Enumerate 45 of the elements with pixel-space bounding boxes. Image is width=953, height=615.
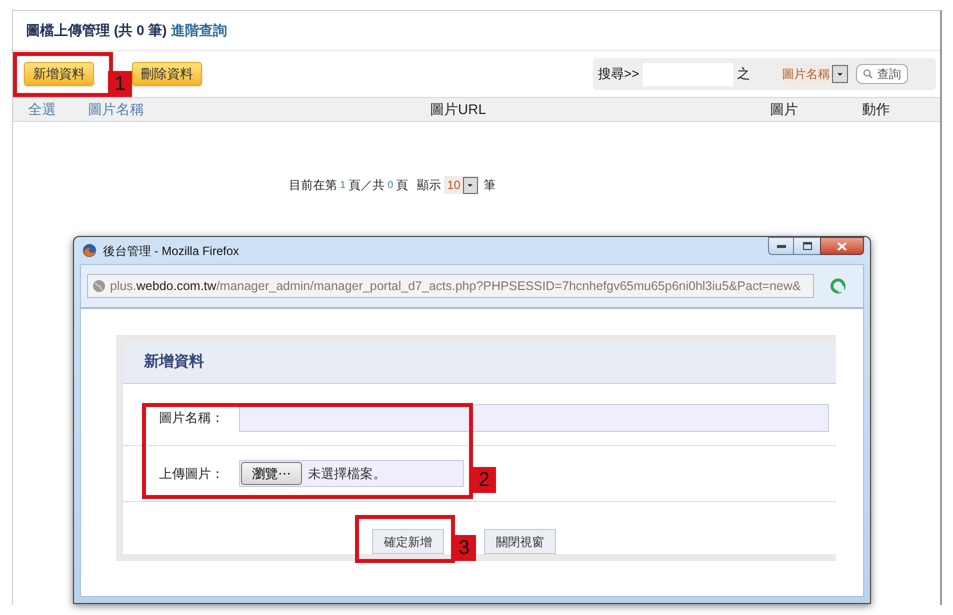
page-title: 圖檔上傳管理 (共 0 筆)	[26, 21, 167, 40]
current-page: 1	[340, 178, 346, 192]
column-header[interactable]: 圖片名稱	[88, 99, 288, 120]
step-number: 3	[452, 535, 476, 561]
field-label: 圖片名稱：	[159, 408, 225, 427]
close-button[interactable]	[820, 237, 864, 255]
form-button[interactable]: 關閉視窗	[484, 529, 556, 554]
total-pages: 0	[388, 178, 394, 192]
pagination-text: 筆	[483, 177, 496, 194]
pagination-text: 頁	[396, 177, 408, 194]
pagination-text: 顯示	[417, 177, 442, 194]
action-button[interactable]: 刪除資料	[132, 62, 202, 86]
name-input-field[interactable]	[239, 404, 829, 432]
maximize-button[interactable]	[794, 237, 820, 255]
step-number: 2	[472, 467, 496, 493]
advanced-search-link[interactable]: 進階查詢	[170, 20, 227, 41]
select-all-link[interactable]: 全選	[28, 99, 88, 120]
pagination-text: 目前在第	[289, 177, 337, 194]
form-button[interactable]: 確定新增	[372, 529, 444, 554]
form-heading: 新增資料	[144, 352, 204, 372]
search-label: 搜尋>>	[598, 65, 640, 84]
column-header: 圖片URL	[430, 100, 488, 119]
search-suffix: 之	[737, 65, 750, 84]
minimize-icon	[776, 244, 786, 248]
column-header: 動作	[862, 100, 890, 119]
reload-icon	[830, 278, 846, 294]
file-status-text: 未選擇檔案。	[308, 464, 386, 483]
browse-button[interactable]: 瀏覽⋯	[241, 462, 302, 485]
file-input-field[interactable]: 瀏覽⋯ 未選擇檔案。	[239, 460, 464, 487]
search-button[interactable]: 查詢	[856, 64, 908, 84]
column-header: 圖片	[770, 100, 799, 119]
pagination-text: 頁／共	[348, 177, 385, 194]
address-bar[interactable]: plus.webdo.com.tw/manager_admin/manager_portal_d7_acts.php?PHPSESSID=7hcnhefgv65mu65p6ni0hl3iu5&Pact=new&	[87, 274, 814, 298]
search-icon	[863, 69, 874, 79]
maximize-icon	[802, 242, 812, 250]
field-label: 上傳圖片：	[159, 464, 225, 483]
browser-logo-icon	[82, 243, 97, 258]
globe-icon	[92, 279, 106, 293]
window-title: 後台管理 - Mozilla Firefox	[103, 242, 240, 260]
field-select[interactable]: 圖片名稱	[780, 64, 848, 84]
action-button[interactable]: 新增資料	[24, 62, 94, 86]
close-icon	[837, 242, 847, 250]
minimize-button[interactable]	[768, 237, 794, 255]
step-number: 1	[108, 71, 132, 97]
page-size-select[interactable]: 10	[444, 176, 478, 194]
